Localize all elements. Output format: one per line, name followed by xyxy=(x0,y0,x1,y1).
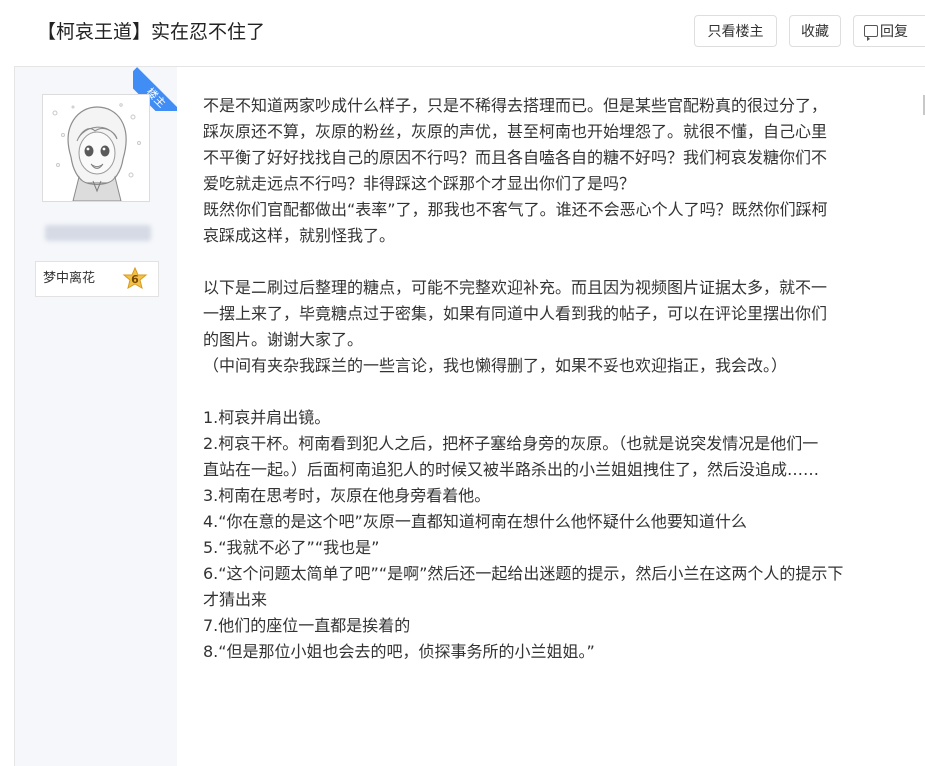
avatar-illustration xyxy=(43,95,149,201)
username-redacted[interactable] xyxy=(45,225,151,241)
level-star-icon: 6 xyxy=(122,266,148,293)
post-text-line: 直站在一起。）后面柯南追犯人的时候又被半路杀出的小兰姐姐拽住了，然后没追成…… xyxy=(203,460,820,479)
thread-title: 【柯哀王道】实在忍不住了 xyxy=(37,21,266,43)
post-text-line: 爱吃就走远点不行吗？非得踩这个踩那个才显出你们了是吗？ xyxy=(203,174,636,193)
post-text-line: 2.柯哀干杯。柯南看到犯人之后，把杯子塞给身旁的灰原。（也就是说突发情况是他们一 xyxy=(203,434,819,453)
level-number: 6 xyxy=(131,273,139,286)
level-name: 梦中离花 xyxy=(43,271,96,286)
post-text-line: 3.柯南在思考时，灰原在他身旁看着他。 xyxy=(203,486,491,505)
post-text-line: 哀踩成这样，就别怪我了。 xyxy=(203,226,396,245)
post-text-line: 4.“你在意的是这个吧”灰原一直都知道柯南在想什么他怀疑什么他要知道什么 xyxy=(203,512,747,531)
post-text-line: 才猜出来 xyxy=(203,590,268,609)
post-text-line: 不平衡了好好找找自己的原因不行吗？而且各自嗑各自的糖不好吗？我们柯哀发糖你们不 xyxy=(203,148,828,167)
post-text-line: 以下是二刷过后整理的糖点，可能不完整欢迎补充。而且因为视频图片证据太多，就不一 xyxy=(203,278,828,297)
author-panel: 楼主 梦中离花 6 xyxy=(15,67,177,766)
favorite-button[interactable]: 收藏 xyxy=(789,15,841,47)
member-level[interactable]: 梦中离花 6 xyxy=(35,261,159,297)
post-floor: 楼主 梦中离花 6 不是不知道两家吵成什么样子，只是不稀得去搭理而已。但是某些官… xyxy=(14,66,925,766)
reply-button-label: 回复 xyxy=(880,24,908,40)
thread-header: 【柯哀王道】实在忍不住了 只看楼主 收藏 回复 xyxy=(0,0,925,66)
thread-page: 【柯哀王道】实在忍不住了 只看楼主 收藏 回复 楼主 梦中离花 6 不是不知道两… xyxy=(0,0,925,766)
reply-icon xyxy=(864,25,878,41)
post-content: 不是不知道两家吵成什么样子，只是不稀得去搭理而已。但是某些官配粉真的很过分了， 踩… xyxy=(203,93,915,665)
post-text-line: 8.“但是那位小姐也会去的吧，侦探事务所的小兰姐姐。” xyxy=(203,642,595,661)
post-text-line: 1.柯哀并肩出镜。 xyxy=(203,408,331,427)
avatar[interactable] xyxy=(42,94,150,202)
post-text-line: 5.“我就不必了”“我也是” xyxy=(203,538,380,557)
post-text-line: 既然你们官配都做出“表率”了，那我也不客气了。谁还不会恶心个人了吗？既然你们踩柯 xyxy=(203,200,828,219)
post-text-line: 6.“这个问题太简单了吧”“是啊”然后还一起给出迷题的提示，然后小兰在这两个人的… xyxy=(203,564,844,583)
post-text-line: 的图片。谢谢大家了。 xyxy=(203,330,364,349)
post-text-line: 不是不知道两家吵成什么样子，只是不稀得去搭理而已。但是某些官配粉真的很过分了， xyxy=(203,96,828,115)
reply-button[interactable]: 回复 xyxy=(853,15,925,47)
only-op-button[interactable]: 只看楼主 xyxy=(694,15,777,47)
post-text-line: 踩灰原还不算，灰原的粉丝，灰原的声优，甚至柯南也开始埋怨了。就很不懂，自己心里 xyxy=(203,122,828,141)
post-text-line: （中间有夹杂我踩兰的一些言论，我也懒得删了，如果不妥也欢迎指正，我会改。） xyxy=(203,356,788,375)
post-text-line: 一摆上来了，毕竟糖点过于密集，如果有同道中人看到我的帖子，可以在评论里摆出你们 xyxy=(203,304,828,323)
post-text-line: 7.他们的座位一直都是挨着的 xyxy=(203,616,411,635)
